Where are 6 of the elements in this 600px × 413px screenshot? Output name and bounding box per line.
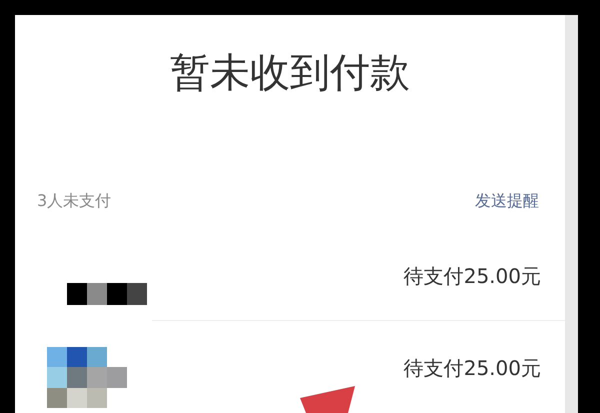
unpaid-count: 3人未支付 [37,190,112,212]
page-title: 暂未收到付款 [169,49,411,98]
pending-amount: 待支付25.00元 [404,263,541,290]
send-reminder-link[interactable]: 发送提醒 [475,188,539,213]
pending-amount: 待支付25.00元 [404,355,541,382]
pointer-arrow [300,386,356,413]
